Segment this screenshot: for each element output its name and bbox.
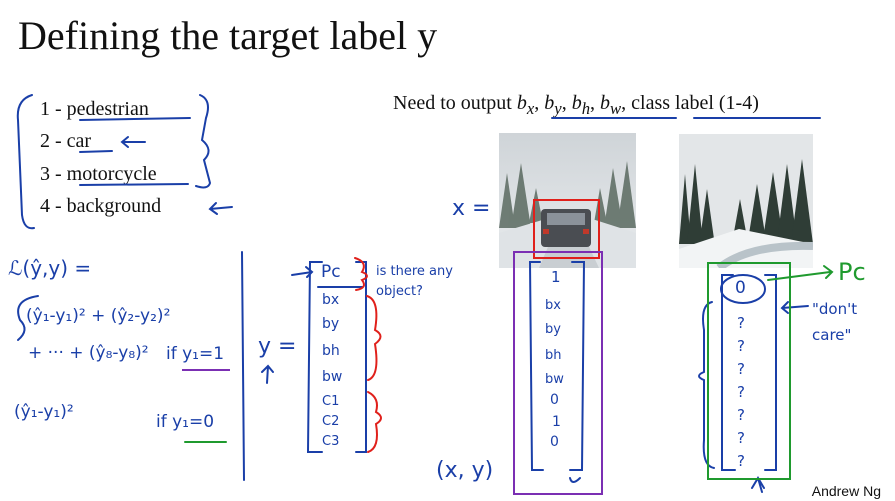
y-vector-bx: bx <box>322 292 340 308</box>
pc-annotation: is there any object? <box>376 264 453 299</box>
loss-sum-line2: + ··· + (ŷ₈-y₈)² <box>28 343 149 363</box>
bg-vector-3: ? <box>737 360 745 378</box>
y-vector-bw: bw <box>322 369 343 385</box>
author-credit: Andrew Ng <box>811 483 881 499</box>
condition-y1-equals-0: if y₁=0 <box>156 412 215 432</box>
car-vector-bx: bx <box>545 298 561 313</box>
x-equals-label: x = <box>452 196 491 221</box>
pc-callout: Pc <box>838 258 866 286</box>
car-vector-bh: bh <box>545 348 562 363</box>
handwriting-strokes <box>16 94 834 495</box>
bg-vector-2: ? <box>737 337 745 355</box>
dont-care-note: "don't care" <box>812 300 858 344</box>
condition-y1-equals-1: if y₁=1 <box>166 344 225 364</box>
y-vector-bh: bh <box>322 343 340 359</box>
bg-vector-5: ? <box>737 406 745 424</box>
y-vector-c1: C1 <box>322 394 340 409</box>
y-vector-c2: C2 <box>322 414 340 429</box>
y-vector-pc: Pc <box>321 262 341 282</box>
y-vector-by: by <box>322 316 340 332</box>
y-equals-label: y = <box>258 334 297 359</box>
car-vector-c3: 0 <box>550 434 559 450</box>
car-vector-1: 1 <box>551 268 561 286</box>
loss-sum-line1: (ŷ₁-y₁)² + (ŷ₂-y₂)² <box>26 306 171 326</box>
car-vector-by: by <box>545 322 561 337</box>
loss-lhs: ℒ(ŷ,y) = <box>8 256 92 280</box>
loss-single: (ŷ₁-y₁)² <box>14 402 74 422</box>
bg-vector-1: ? <box>737 314 745 332</box>
bg-vector-pc: 0 <box>735 278 746 298</box>
y-vector-c3: C3 <box>322 434 340 449</box>
car-vector-c2: 1 <box>552 414 561 430</box>
xy-pair-label: (x, y) <box>436 458 494 483</box>
car-vector-c1: 0 <box>550 392 559 408</box>
bg-vector-6: ? <box>737 429 745 447</box>
bg-vector-4: ? <box>737 383 745 401</box>
bg-vector-7: ? <box>737 452 745 470</box>
car-vector-bw: bw <box>545 372 564 387</box>
